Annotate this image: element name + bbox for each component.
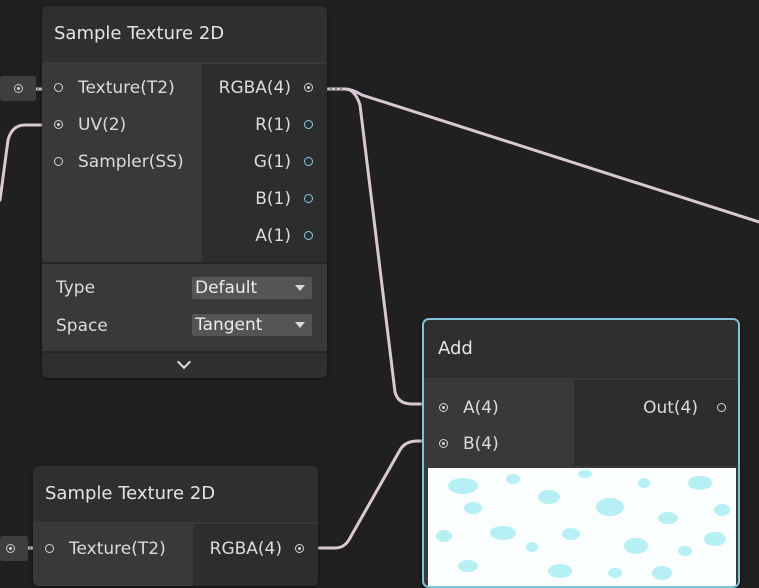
output-port-rgba[interactable]: RGBA(4) [210, 539, 304, 559]
port-circle-icon[interactable] [54, 157, 63, 166]
port-label: Sampler(SS) [78, 152, 184, 172]
external-texture-input[interactable] [0, 76, 36, 101]
port-circle-icon[interactable] [439, 403, 448, 412]
port-circle-icon[interactable] [295, 544, 304, 553]
output-port-b[interactable]: B(1) [255, 189, 313, 209]
input-port-texture[interactable]: Texture(T2) [54, 78, 175, 98]
output-ports: RGBA(4) R(1) G(1) B(1) A(1) [202, 64, 327, 262]
port-circle-icon[interactable] [6, 544, 15, 553]
port-circle-icon[interactable] [304, 120, 313, 129]
external-texture-input-bottom[interactable] [0, 536, 28, 561]
port-label: B(4) [463, 434, 499, 454]
space-label: Space [56, 316, 108, 336]
port-circle-icon[interactable] [54, 83, 63, 92]
input-port-uv[interactable]: UV(2) [54, 115, 126, 135]
output-port-a[interactable]: A(1) [255, 226, 313, 246]
port-label: B(1) [255, 189, 291, 209]
node-title[interactable]: Sample Texture 2D [42, 6, 327, 62]
port-label: RGBA(4) [209, 539, 282, 559]
port-circle-icon[interactable] [717, 403, 726, 412]
type-dropdown[interactable]: Default [192, 277, 312, 299]
port-circle-icon[interactable] [54, 120, 63, 129]
wire-rgba-to-add-a [308, 87, 442, 406]
divider [42, 262, 327, 264]
space-dropdown-value: Tangent [195, 315, 263, 335]
output-ports: RGBA(4) [193, 524, 318, 586]
input-port-sampler[interactable]: Sampler(SS) [54, 152, 184, 172]
add-node[interactable]: Add A(4) B(4) Out(4) [422, 318, 740, 588]
input-port-texture[interactable]: Texture(T2) [45, 539, 166, 559]
caret-down-icon [295, 285, 305, 291]
output-port-rgba[interactable]: RGBA(4) [219, 78, 313, 98]
output-port-g[interactable]: G(1) [254, 152, 313, 172]
input-ports: Texture(T2) [33, 524, 191, 586]
port-label: R(1) [255, 115, 291, 135]
input-port-a[interactable]: A(4) [439, 398, 499, 418]
port-circle-icon[interactable] [304, 157, 313, 166]
port-circle-icon[interactable] [45, 544, 54, 553]
input-port-b[interactable]: B(4) [439, 434, 499, 454]
port-label: UV(2) [78, 115, 127, 135]
port-label: G(1) [253, 152, 291, 172]
port-circle-icon[interactable] [304, 231, 313, 240]
node-title[interactable]: Sample Texture 2D [33, 466, 318, 522]
chevron-down-icon [176, 354, 191, 370]
output-port-out[interactable]: Out(4) [643, 398, 726, 418]
type-label: Type [56, 278, 96, 298]
node-preview-image [428, 468, 736, 586]
port-circle-icon[interactable] [304, 83, 313, 92]
caret-down-icon [295, 322, 305, 328]
space-dropdown[interactable]: Tangent [192, 314, 312, 336]
port-label: Texture(T2) [69, 539, 166, 559]
port-label: A(4) [463, 398, 499, 418]
output-ports: Out(4) [574, 380, 738, 466]
input-ports: A(4) B(4) [424, 380, 572, 466]
port-label: RGBA(4) [218, 78, 291, 98]
port-circle-icon[interactable] [439, 439, 448, 448]
sample-texture-2d-node-bottom[interactable]: Sample Texture 2D Texture(T2) RGBA(4) [33, 466, 318, 586]
port-label: A(1) [255, 226, 291, 246]
port-circle-icon[interactable] [304, 194, 313, 203]
output-port-r[interactable]: R(1) [255, 115, 313, 135]
type-dropdown-value: Default [195, 278, 258, 298]
port-circle-icon[interactable] [14, 84, 23, 93]
wire-bottom-rgba-to-add-b [298, 439, 442, 550]
wire-rgba-to-offscreen [308, 87, 759, 224]
expand-preview-button[interactable] [42, 353, 327, 378]
input-ports: Texture(T2) UV(2) Sampler(SS) [42, 64, 200, 262]
node-title[interactable]: Add [424, 320, 738, 378]
port-label: Out(4) [643, 398, 698, 418]
port-label: Texture(T2) [78, 78, 175, 98]
sample-texture-2d-node[interactable]: Sample Texture 2D Texture(T2) UV(2) Samp… [42, 6, 327, 378]
